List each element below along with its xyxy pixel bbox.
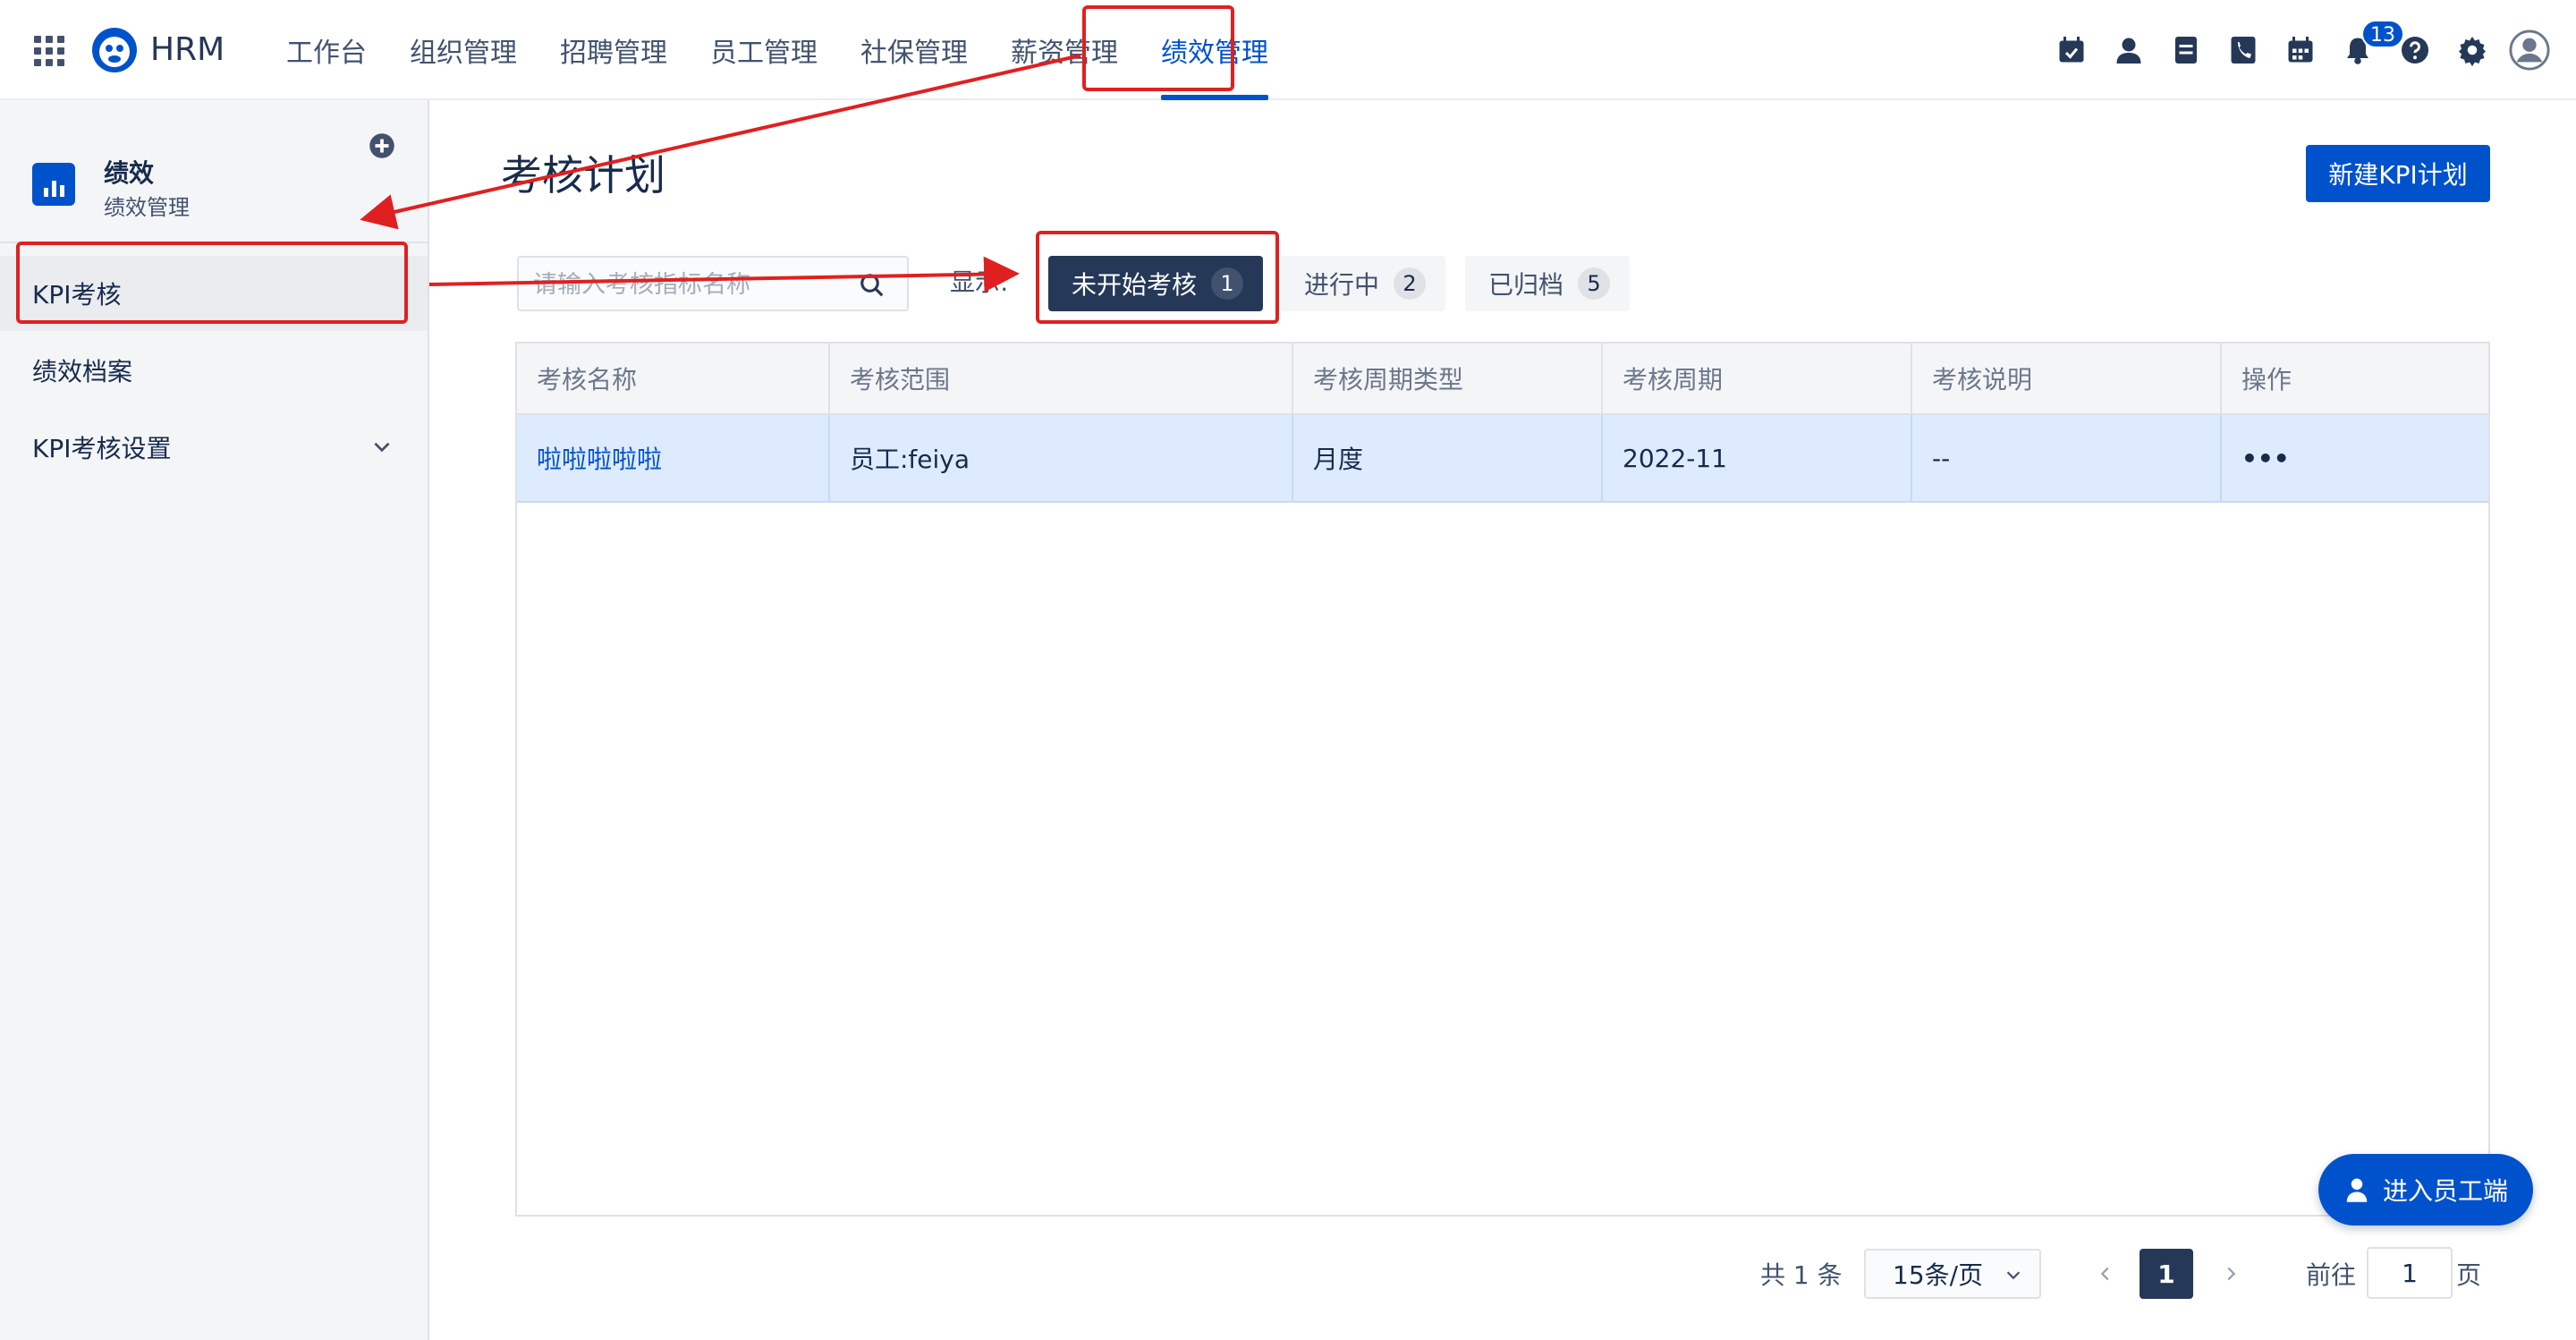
nav-workbench[interactable]: 工作台: [265, 0, 388, 100]
chevron-down-icon: [2006, 1271, 2021, 1280]
sidebar-item-label: 绩效档案: [32, 357, 133, 386]
calendar-check-icon[interactable]: [2043, 23, 2100, 77]
page-title: 考核计划: [501, 151, 665, 199]
monkey-logo-icon: [92, 28, 137, 72]
gear-icon[interactable]: [2444, 23, 2501, 77]
column-header[interactable]: 考核范围: [830, 343, 1293, 413]
sidebar-item-kpi-settings[interactable]: KPI考核设置: [0, 410, 428, 485]
filter-label-text: 已归档: [1488, 270, 1564, 300]
prev-page-icon[interactable]: [2088, 1256, 2123, 1292]
document-icon[interactable]: [2157, 23, 2215, 77]
current-page[interactable]: 1: [2140, 1249, 2193, 1299]
new-kpi-plan-button[interactable]: 新建KPI计划: [2306, 145, 2490, 202]
sidebar-title: 绩效: [104, 158, 155, 188]
plan-name-link[interactable]: 啦啦啦啦啦: [517, 415, 830, 501]
column-header[interactable]: 考核名称: [517, 343, 830, 413]
nav-social-security[interactable]: 社保管理: [839, 0, 989, 100]
avatar-icon[interactable]: [2501, 23, 2558, 77]
toolbar: 13: [2043, 20, 2558, 77]
more-actions-icon[interactable]: •••: [2222, 415, 2488, 501]
table-cell: 2022-11: [1603, 415, 1912, 501]
top-bar: HRM 工作台 组织管理 招聘管理 员工管理 社保管理 薪资管理 绩效管理 13: [0, 0, 2576, 100]
table-cell: 员工:feiya: [830, 415, 1293, 501]
app-grid-icon[interactable]: [34, 36, 64, 66]
column-header[interactable]: 考核说明: [1912, 343, 2222, 413]
app-name: HRM: [150, 31, 225, 68]
nav-recruitment[interactable]: 招聘管理: [538, 0, 689, 100]
page-suffix: 页: [2456, 1260, 2482, 1290]
filter-label: 显示:: [950, 267, 1009, 297]
table-cell: 月度: [1293, 415, 1603, 501]
help-icon[interactable]: [2386, 23, 2444, 77]
page-size-value: 15条/页: [1893, 1260, 1984, 1290]
enter-employee-portal-label: 进入员工端: [2382, 1176, 2508, 1206]
nav-employees[interactable]: 员工管理: [689, 0, 839, 100]
sidebar-item-label: KPI考核设置: [32, 434, 172, 463]
annotation-box-nav: [1082, 5, 1234, 91]
chart-bar-icon: [32, 163, 75, 206]
person-icon[interactable]: [2100, 23, 2157, 77]
filter-count: 5: [1578, 267, 1611, 300]
table-row[interactable]: 啦啦啦啦啦 员工:feiya 月度 2022-11 -- •••: [517, 415, 2488, 503]
column-header: 操作: [2241, 365, 2292, 394]
calendar-icon[interactable]: [2272, 23, 2329, 77]
filter-archived[interactable]: 已归档 5: [1465, 256, 1631, 311]
pagination-total: 共 1 条: [1760, 1260, 1843, 1290]
filter-label-text: 进行中: [1304, 270, 1380, 300]
column-header[interactable]: 考核周期: [1603, 343, 1912, 413]
add-circle-icon[interactable]: [369, 132, 395, 159]
search-icon[interactable]: [859, 272, 886, 299]
chevron-down-icon[interactable]: [370, 435, 394, 458]
table-header: 考核名称 考核范围 考核周期类型 考核周期 考核说明 操作: [517, 343, 2488, 415]
goto-page-input[interactable]: [2367, 1247, 2453, 1299]
sidebar-item-performance-archive[interactable]: 绩效档案: [0, 333, 428, 408]
filter-count: 2: [1394, 267, 1427, 300]
annotation-box-filter: [1036, 231, 1279, 324]
next-page-icon[interactable]: [2213, 1256, 2249, 1292]
phone-icon[interactable]: [2215, 23, 2272, 77]
person-icon: [2346, 1178, 2368, 1202]
sidebar-subtitle: 绩效管理: [104, 195, 190, 220]
plans-table: 考核名称 考核范围 考核周期类型 考核周期 考核说明 操作 啦啦啦啦啦 员工:f…: [515, 342, 2490, 1217]
search-input[interactable]: [531, 265, 835, 304]
filter-in-progress[interactable]: 进行中 2: [1281, 256, 1446, 311]
column-header[interactable]: 考核周期类型: [1293, 343, 1603, 413]
goto-label: 前往: [2306, 1260, 2357, 1290]
nav-organization[interactable]: 组织管理: [388, 0, 538, 100]
search-box: [517, 256, 909, 311]
enter-employee-portal-button[interactable]: 进入员工端: [2318, 1154, 2533, 1226]
table-cell: --: [1912, 415, 2222, 501]
annotation-box-sidebar: [16, 242, 408, 324]
bell-icon[interactable]: 13: [2329, 20, 2404, 77]
page-size-select[interactable]: 15条/页: [1864, 1249, 2041, 1299]
